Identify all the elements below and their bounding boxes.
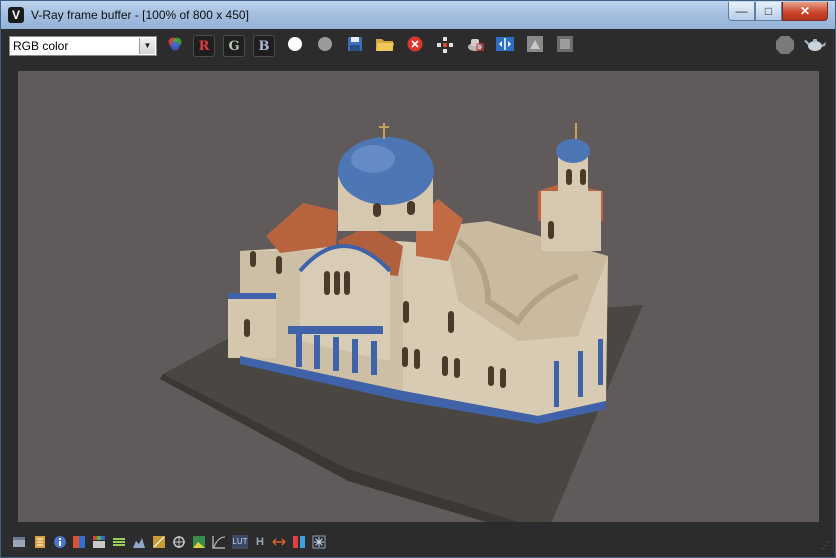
save-image-icon[interactable] [344,35,366,57]
maximize-button[interactable]: □ [755,2,782,21]
vray-logo-icon: V [8,7,24,23]
clear-image-icon[interactable] [404,35,426,57]
stop-render-icon[interactable] [774,35,796,57]
render-region-icon[interactable] [464,35,486,57]
curves-graph-icon[interactable] [212,535,226,549]
track-mouse-icon[interactable] [434,35,456,57]
channel-select-value: RGB color [13,39,69,53]
church-render-image [160,123,643,541]
color-channels-icon[interactable] [164,35,186,57]
vray-frame-buffer-window: V V-Ray frame buffer - [100% of 800 x 45… [0,0,836,558]
lens-effects-icon[interactable] [172,535,186,549]
lut-icon[interactable]: LUT [232,535,248,549]
h-icon[interactable]: H [253,535,267,549]
gray-circle-icon[interactable] [314,35,336,57]
curve-icon[interactable] [152,535,166,549]
status-bar: LUT H ⋰ [1,533,835,553]
info-icon[interactable] [53,535,67,549]
split-icon[interactable] [292,535,306,549]
channel-select[interactable]: RGB color ▼ [9,36,157,56]
image-icon[interactable] [192,535,206,549]
white-circle-icon[interactable] [284,35,306,57]
teapot-render-icon[interactable] [804,35,826,57]
minimize-button[interactable]: — [728,2,755,21]
compare-ab-icon[interactable] [494,35,516,57]
stretch-icon[interactable] [272,535,286,549]
resize-grip[interactable]: ⋰ [821,540,831,550]
color-correction-icon[interactable] [72,535,86,549]
green-channel-button[interactable]: G [223,35,245,57]
pixel-info-icon[interactable] [92,535,106,549]
stamp-icon[interactable] [554,35,576,57]
snowflake-icon[interactable] [312,535,326,549]
open-image-icon[interactable] [374,35,396,57]
window-title: V-Ray frame buffer - [100% of 800 x 450] [31,8,249,22]
chevron-down-icon[interactable]: ▼ [139,38,155,54]
blue-channel-button[interactable]: B [253,35,275,57]
close-button[interactable]: ✕ [782,2,828,21]
rendered-image-canvas[interactable] [18,71,819,541]
toolbar: RGB color ▼ R G B [1,29,835,63]
levels-icon[interactable] [112,535,126,549]
history-icon[interactable] [33,535,47,549]
exposure-icon[interactable] [132,535,146,549]
title-bar[interactable]: V V-Ray frame buffer - [100% of 800 x 45… [1,1,835,29]
red-channel-button[interactable]: R [193,35,215,57]
frame-icon[interactable] [12,535,26,549]
histogram-icon[interactable] [524,35,546,57]
